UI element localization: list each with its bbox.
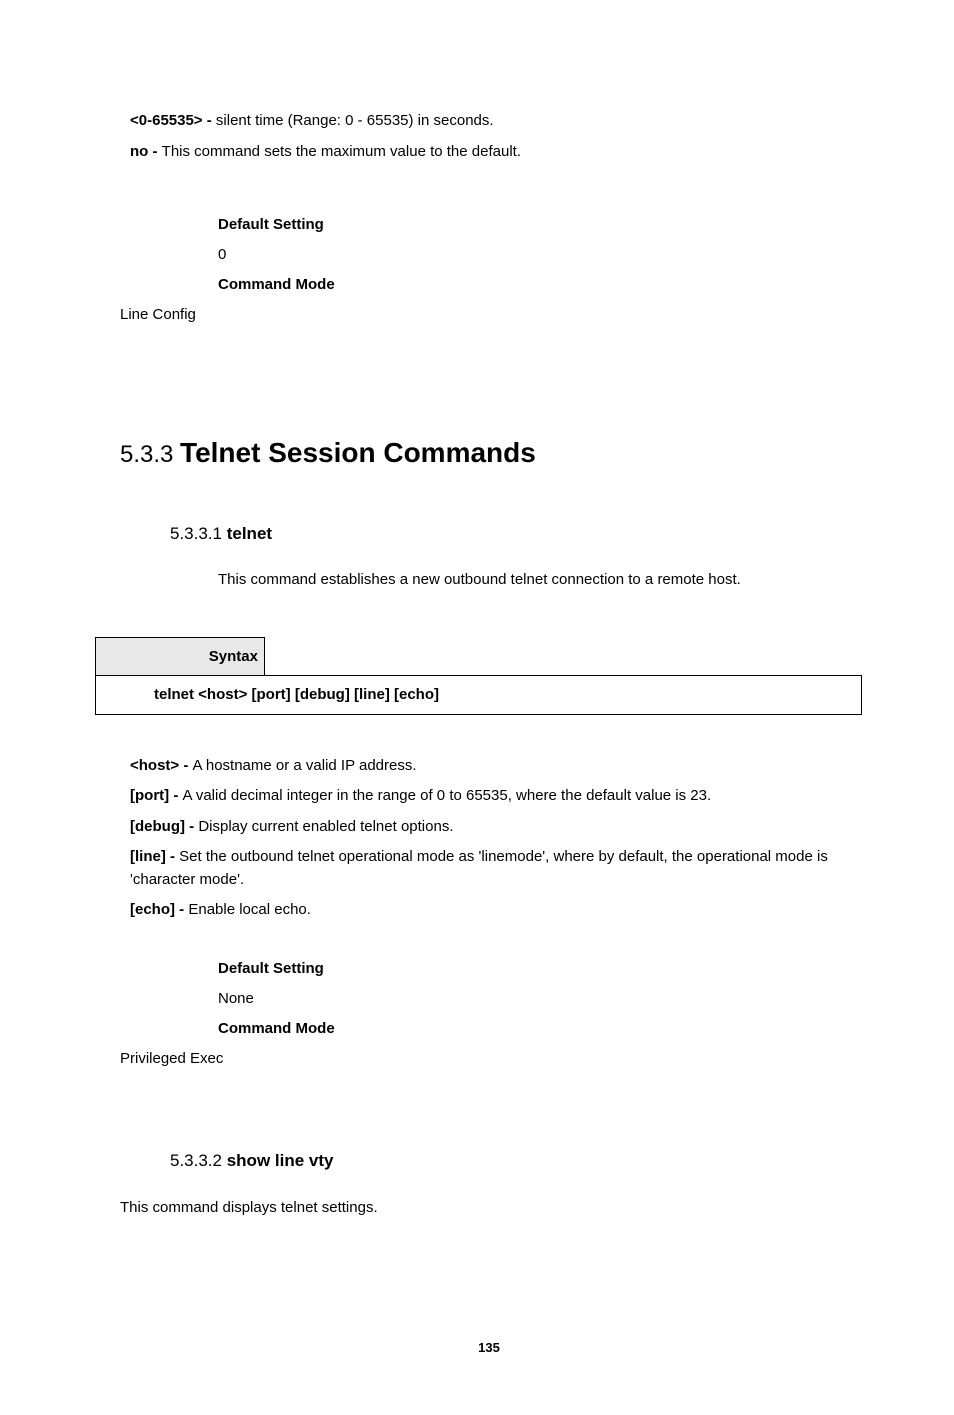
param-host-label: <host> - [130,757,193,774]
syntax-label-cell: Syntax [95,637,265,675]
subsection-vty-number: 5.3.3.2 [170,1151,227,1170]
vty-description: This command displays telnet settings. [120,1196,858,1220]
param-range: <0-65535> - silent time (Range: 0 - 6553… [130,110,858,133]
param-debug: [debug] - Display current enabled telnet… [130,816,858,839]
param-line: [line] - Set the outbound telnet operati… [130,846,858,891]
command-mode-label: Command Mode [218,273,858,297]
subsection-telnet: 5.3.3.1 telnet [170,524,858,544]
param-no: no - This command sets the maximum value… [130,141,858,164]
param-host: <host> - A hostname or a valid IP addres… [130,755,858,778]
telnet-description: This command establishes a new outbound … [218,569,858,592]
page-number: 135 [120,1340,858,1355]
syntax-label: Syntax [209,648,258,665]
default-setting-value: 0 [218,243,858,267]
param-debug-text: Display current enabled telnet options. [198,818,453,835]
section-number: 5.3.3 [120,441,180,468]
top-settings-block: Default Setting 0 Command Mode [218,213,858,297]
param-range-text: silent time (Range: 0 - 65535) in second… [216,112,494,129]
param-port-label: [port] - [130,787,182,804]
default-setting-label: Default Setting [218,213,858,237]
mid-command-mode-value: Privileged Exec [120,1047,858,1071]
mid-default-setting-label: Default Setting [218,957,858,981]
param-port-text: A valid decimal integer in the range of … [182,787,711,804]
subsection-telnet-name: telnet [227,524,272,543]
command-mode-value: Line Config [120,303,858,327]
syntax-command: telnet <host> [port] [debug] [line] [ech… [154,686,439,703]
param-line-text: Set the outbound telnet operational mode… [130,848,828,888]
section-title-text: Telnet Session Commands [180,437,536,468]
param-range-label: <0-65535> - [130,112,216,129]
syntax-box: Syntax telnet <host> [port] [debug] [lin… [95,637,862,715]
param-no-label: no - [130,143,162,160]
param-line-label: [line] - [130,848,179,865]
param-host-text: A hostname or a valid IP address. [193,757,417,774]
param-no-text: This command sets the maximum value to t… [162,143,521,160]
param-echo: [echo] - Enable local echo. [130,899,858,922]
mid-command-mode-label: Command Mode [218,1017,858,1041]
param-echo-label: [echo] - [130,901,188,918]
mid-params-block: <host> - A hostname or a valid IP addres… [120,755,858,922]
subsection-show-line-vty: 5.3.3.2 show line vty [170,1151,858,1171]
param-port: [port] - A valid decimal integer in the … [130,785,858,808]
mid-settings-block: Default Setting None Command Mode [218,957,858,1041]
mid-default-setting-value: None [218,987,858,1011]
param-debug-label: [debug] - [130,818,198,835]
subsection-telnet-number: 5.3.3.1 [170,524,227,543]
param-echo-text: Enable local echo. [188,901,311,918]
syntax-command-cell: telnet <host> [port] [debug] [line] [ech… [95,675,862,715]
subsection-vty-name: show line vty [227,1151,334,1170]
section-heading: 5.3.3 Telnet Session Commands [120,437,858,469]
